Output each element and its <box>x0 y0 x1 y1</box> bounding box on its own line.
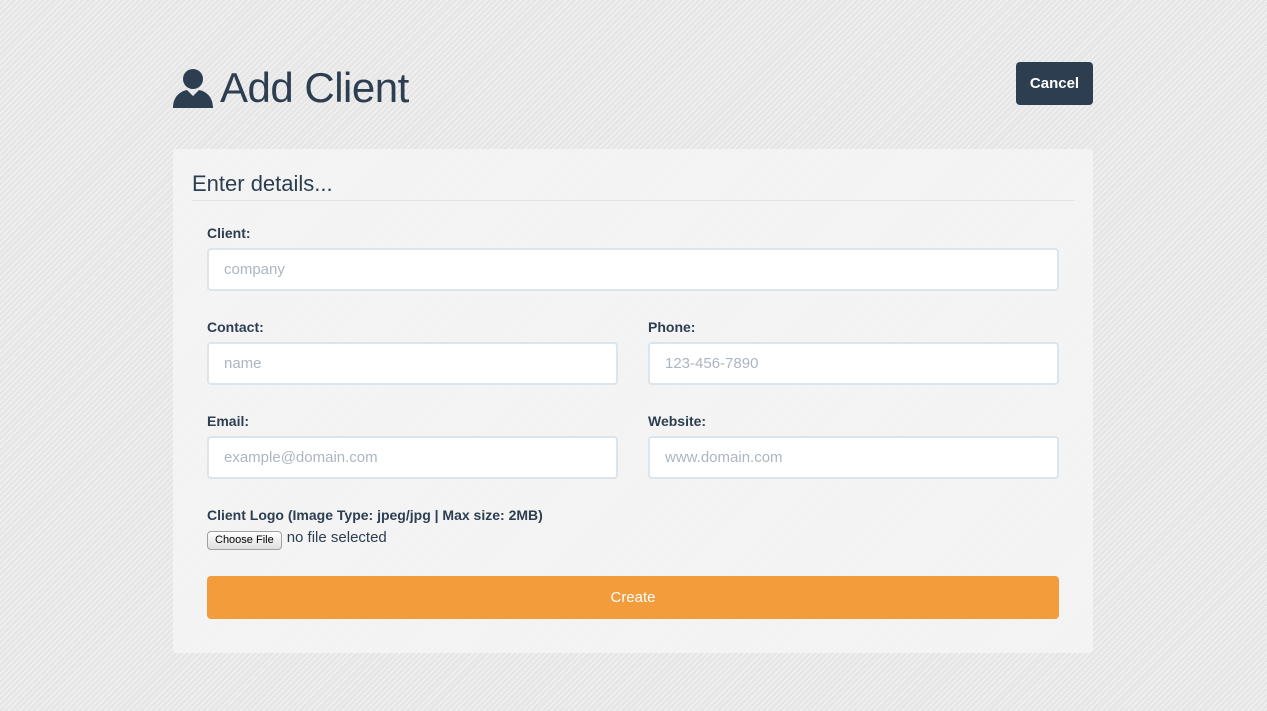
contact-input[interactable] <box>207 342 618 385</box>
email-label: Email: <box>207 413 250 429</box>
create-button[interactable]: Create <box>207 576 1059 619</box>
phone-input[interactable] <box>648 342 1059 385</box>
panel-heading: Enter details... <box>192 169 1074 201</box>
user-icon <box>172 67 214 109</box>
website-label: Website: <box>648 413 707 429</box>
page-header: Add Client Cancel <box>172 62 1093 112</box>
panel-title: Enter details... <box>192 171 333 196</box>
client-logo-label: Client Logo (Image Type: jpeg/jpg | Max … <box>207 507 543 523</box>
title-group: Add Client <box>172 64 409 112</box>
contact-label: Contact: <box>207 319 264 335</box>
client-label: Client: <box>207 225 251 241</box>
choose-file-button[interactable]: Choose File <box>207 530 282 550</box>
client-input[interactable] <box>207 248 1059 291</box>
file-status-text: no file selected <box>286 528 387 546</box>
cancel-button[interactable]: Cancel <box>1016 62 1093 105</box>
email-input[interactable] <box>207 436 618 479</box>
file-picker: Choose File no file selected <box>207 529 387 551</box>
page-title: Add Client <box>220 64 409 111</box>
client-form-panel: Enter details... Client: Contact: Phone:… <box>173 149 1093 653</box>
website-input[interactable] <box>648 436 1059 479</box>
phone-label: Phone: <box>648 319 696 335</box>
